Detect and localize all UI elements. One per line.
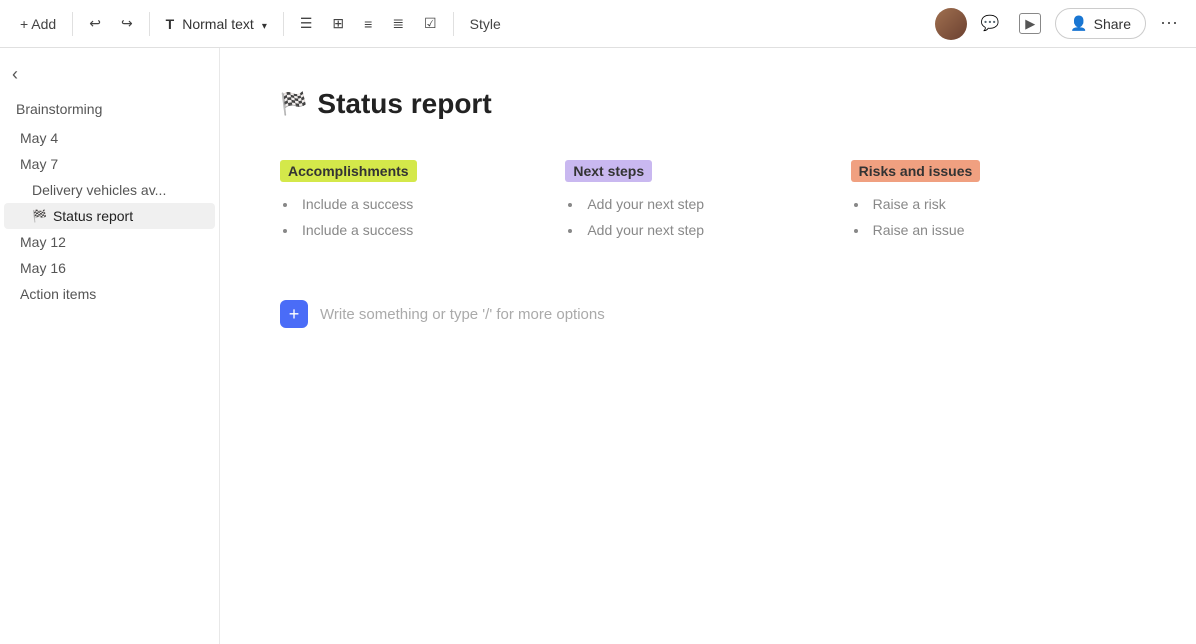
checklist-icon (424, 15, 437, 32)
sidebar: Brainstorming May 4 May 7 Delivery vehic… (0, 48, 220, 644)
columns-button[interactable] (324, 9, 352, 38)
sidebar-item-label: May 7 (20, 156, 58, 172)
accomplishments-list: Include a success Include a success (280, 196, 545, 238)
undo-icon (89, 15, 101, 32)
next-steps-header: Next steps (565, 160, 652, 182)
sidebar-item-label: Action items (20, 286, 96, 302)
sidebar-item-may16[interactable]: May 16 (4, 255, 215, 281)
more-options-button[interactable] (1154, 7, 1184, 40)
write-prompt-row: + Write something or type '/' for more o… (280, 300, 1136, 328)
sidebar-item-action-items[interactable]: Action items (4, 281, 215, 307)
page-title-icon: 🏁 (280, 91, 307, 117)
sidebar-item-may4[interactable]: May 4 (4, 125, 215, 151)
person-icon: 👤 (1070, 15, 1087, 32)
text-style-selector[interactable]: Normal text (158, 12, 275, 36)
list-item[interactable]: Include a success (298, 222, 545, 238)
chat-icon (981, 15, 1000, 32)
sidebar-item-label: Status report (53, 208, 133, 224)
sidebar-item-label: Delivery vehicles av... (32, 182, 166, 198)
avatar-image (935, 8, 967, 40)
sidebar-item-may12[interactable]: May 12 (4, 229, 215, 255)
status-table: Accomplishments Include a success Includ… (280, 160, 1136, 268)
accomplishments-column: Accomplishments Include a success Includ… (280, 160, 565, 268)
toolbar-divider-2 (149, 12, 150, 36)
sidebar-item-label: May 16 (20, 260, 66, 276)
share-label: Share (1094, 16, 1131, 32)
page-title-row: 🏁 Status report (280, 88, 1136, 120)
list-item[interactable]: Add your next step (583, 196, 830, 212)
sidebar-section-title: Brainstorming (0, 97, 219, 121)
share-button[interactable]: 👤 Share (1055, 8, 1146, 39)
risks-header: Risks and issues (851, 160, 981, 182)
sidebar-item-may7[interactable]: May 7 (4, 151, 215, 177)
main-layout: Brainstorming May 4 May 7 Delivery vehic… (0, 48, 1196, 644)
next-steps-list: Add your next step Add your next step (565, 196, 830, 238)
redo-button[interactable] (113, 9, 141, 38)
list-item[interactable]: Raise a risk (869, 196, 1116, 212)
style-button[interactable]: Style (462, 10, 509, 38)
numbered-list-button[interactable] (384, 9, 412, 38)
present-button[interactable]: ▶ (1013, 9, 1047, 39)
redo-icon (121, 15, 133, 32)
list-item[interactable]: Add your next step (583, 222, 830, 238)
risks-list: Raise a risk Raise an issue (851, 196, 1116, 238)
list-item[interactable]: Raise an issue (869, 222, 1116, 238)
toolbar-divider-3 (283, 12, 284, 36)
next-steps-column: Next steps Add your next step Add your n… (565, 160, 850, 268)
sidebar-doc-icon: 🏁 (32, 209, 47, 223)
more-icon (1160, 16, 1178, 33)
chevron-down-icon (262, 16, 267, 32)
checklist-button[interactable] (416, 9, 445, 38)
bullet-list-button[interactable] (356, 10, 380, 38)
content-area: 🏁 Status report Accomplishments Include … (220, 48, 1196, 644)
avatar[interactable] (935, 8, 967, 40)
columns-icon (332, 15, 344, 32)
align-button[interactable] (292, 9, 321, 38)
align-icon (300, 15, 313, 32)
plus-icon: + (289, 304, 300, 325)
sidebar-item-label: May 4 (20, 130, 58, 146)
sidebar-collapse-icon (12, 64, 18, 85)
sidebar-item-label: May 12 (20, 234, 66, 250)
present-icon: ▶ (1019, 13, 1041, 34)
sidebar-toggle[interactable] (0, 60, 219, 89)
toolbar-divider-4 (453, 12, 454, 36)
undo-button[interactable] (81, 9, 109, 38)
accomplishments-header: Accomplishments (280, 160, 417, 182)
risks-column: Risks and issues Raise a risk Raise an i… (851, 160, 1136, 268)
text-icon (166, 16, 175, 32)
toolbar-divider-1 (72, 12, 73, 36)
chat-button[interactable] (975, 8, 1006, 39)
add-button[interactable]: + Add (12, 10, 64, 38)
add-block-button[interactable]: + (280, 300, 308, 328)
write-prompt-text[interactable]: Write something or type '/' for more opt… (320, 306, 605, 323)
page-title: Status report (317, 88, 491, 120)
bullet-list-icon (364, 16, 372, 32)
text-style-label: Normal text (182, 16, 254, 32)
toolbar-right: ▶ 👤 Share (935, 7, 1184, 40)
sidebar-item-status-report[interactable]: 🏁 Status report (4, 203, 215, 229)
toolbar: + Add Normal text Style ▶ (0, 0, 1196, 48)
list-item[interactable]: Include a success (298, 196, 545, 212)
sidebar-item-delivery[interactable]: Delivery vehicles av... (4, 177, 215, 203)
numbered-list-icon (392, 15, 404, 32)
